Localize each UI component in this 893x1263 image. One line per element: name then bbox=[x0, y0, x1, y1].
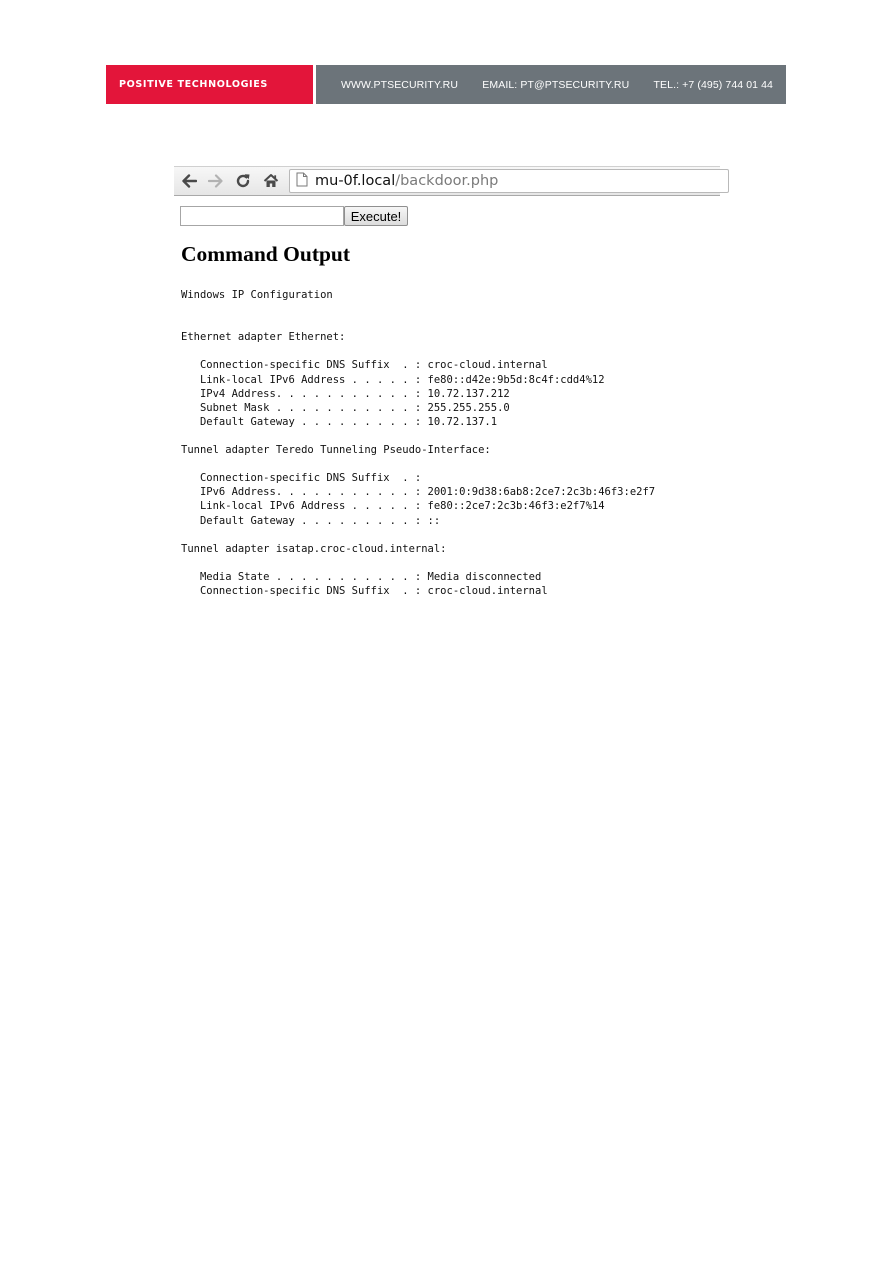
output-line: Default Gateway . . . . . . . . . : 10.7… bbox=[181, 415, 498, 428]
reload-icon[interactable] bbox=[233, 171, 253, 191]
forward-icon[interactable] bbox=[206, 171, 226, 191]
output-line: Ethernet adapter Ethernet: bbox=[181, 331, 346, 344]
email-text: EMAIL: PT@PTSECURITY.RU bbox=[482, 78, 630, 91]
contact-bar: WWW.PTSECURITY.RU EMAIL: PT@PTSECURITY.R… bbox=[316, 65, 786, 104]
website-text: WWW.PTSECURITY.RU bbox=[341, 78, 459, 91]
url-path: /backdoor.php bbox=[395, 173, 499, 189]
output-line: Default Gateway . . . . . . . . . : :: bbox=[181, 514, 441, 527]
output-line: Link-local IPv6 Address . . . . . : fe80… bbox=[181, 373, 605, 386]
output-line: IPv6 Address. . . . . . . . . . . : 2001… bbox=[181, 486, 656, 499]
output-line: Tunnel adapter isatap.croc-cloud.interna… bbox=[181, 542, 447, 555]
output-line: Media State . . . . . . . . . . . : Medi… bbox=[181, 570, 542, 583]
output-line: Tunnel adapter Teredo Tunneling Pseudo-I… bbox=[181, 444, 491, 457]
page-title: Command Output bbox=[181, 242, 351, 266]
output-line: Connection-specific DNS Suffix . : croc-… bbox=[181, 584, 548, 597]
command-output: Windows IP Configuration Ethernet adapte… bbox=[181, 288, 655, 598]
output-line: Windows IP Configuration bbox=[181, 289, 333, 301]
command-input[interactable] bbox=[180, 206, 344, 226]
url-host: mu-0f.local bbox=[315, 173, 396, 189]
home-icon[interactable] bbox=[261, 171, 281, 191]
address-bar[interactable]: mu-0f.local/backdoor.php bbox=[289, 169, 729, 193]
page-icon bbox=[296, 172, 308, 191]
browser-toolbar: mu-0f.local/backdoor.php bbox=[174, 166, 729, 196]
output-line: IPv4 Address. . . . . . . . . . . : 10.7… bbox=[181, 387, 510, 400]
output-line: Connection-specific DNS Suffix . : bbox=[181, 472, 422, 485]
execute-button[interactable]: Execute! bbox=[344, 206, 408, 226]
back-icon[interactable] bbox=[179, 171, 199, 191]
phone-text: TEL.: +7 (495) 744 01 44 bbox=[653, 78, 773, 91]
output-line: Link-local IPv6 Address . . . . . : fe80… bbox=[181, 500, 605, 513]
brand-logo: POSITIVE TECHNOLOGIES bbox=[106, 65, 313, 104]
output-line: Connection-specific DNS Suffix . : croc-… bbox=[181, 359, 548, 372]
header-banner: POSITIVE TECHNOLOGIES WWW.PTSECURITY.RU … bbox=[106, 65, 786, 104]
output-line: Subnet Mask . . . . . . . . . . . : 255.… bbox=[181, 401, 510, 414]
